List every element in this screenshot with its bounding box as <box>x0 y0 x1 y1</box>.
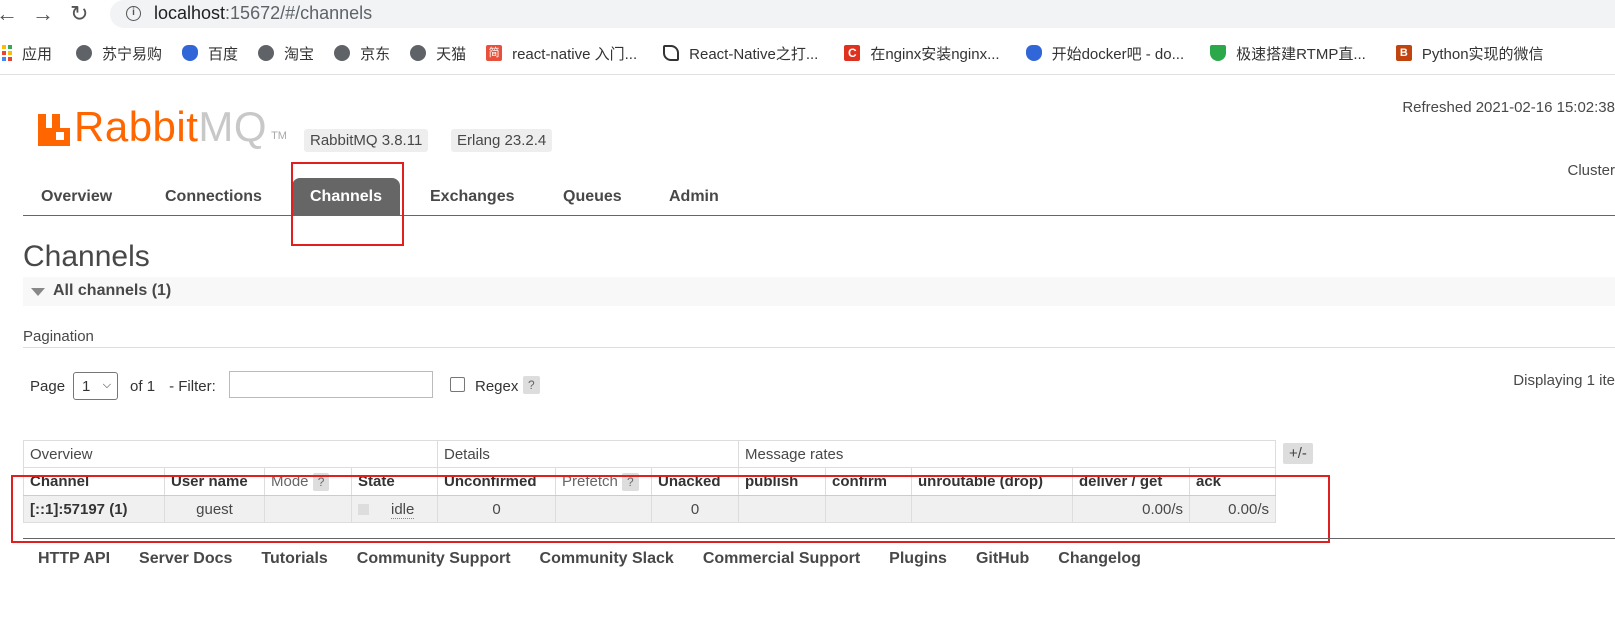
jianshu-icon: 简 <box>486 45 503 61</box>
bookmark-label: 淘宝 <box>284 45 315 63</box>
csdn-icon: C <box>844 45 861 61</box>
footer-link-tutorials[interactable]: Tutorials <box>261 550 327 568</box>
bookmark-python-wechat[interactable]: B Python实现的微信 <box>1395 36 1544 70</box>
bookmark-label: 在nginx安装nginx... <box>870 45 1000 63</box>
bookmark-label: React-Native之打... <box>689 45 819 63</box>
bookmark-nginx[interactable]: C 在nginx安装nginx... <box>844 36 1000 70</box>
footer-link-changelog[interactable]: Changelog <box>1058 550 1141 568</box>
bookmark-suning[interactable]: 苏宁易购 <box>76 36 162 70</box>
bookmark-baidu[interactable]: 百度 <box>182 36 238 70</box>
bookmark-label: 苏宁易购 <box>102 45 163 63</box>
bookmark-label: Python实现的微信 <box>1421 45 1544 63</box>
tab-queues[interactable]: Queues <box>545 178 640 216</box>
table-group-header: Overview Details Message rates <box>23 440 1276 468</box>
collapse-triangle-icon <box>31 288 45 296</box>
site-icon <box>663 45 680 61</box>
bookmark-apps[interactable]: 应用 <box>0 36 52 70</box>
bookmark-label: react-native 入门... <box>512 45 638 63</box>
regex-help-icon[interactable]: ? <box>523 376 540 394</box>
bookmark-label: 开始docker吧 - do... <box>1051 45 1185 63</box>
bookmark-label: 极速搭建RTMP直... <box>1236 45 1366 63</box>
chrome-divider <box>0 74 1615 75</box>
tab-connections[interactable]: Connections <box>147 178 280 216</box>
footer-link-http-api[interactable]: HTTP API <box>38 550 110 568</box>
page-select[interactable]: 1 ⌵ <box>73 372 119 400</box>
pagination-controls: Page 1 ⌵ of 1 - Filter: <box>30 371 216 401</box>
footer-divider <box>23 538 1615 539</box>
section-header-all-channels[interactable]: All channels (1) <box>23 277 1615 306</box>
bookmark-tmall[interactable]: 天猫 <box>410 36 466 70</box>
baidu-paw-icon <box>1025 45 1042 61</box>
footer-link-community-slack[interactable]: Community Slack <box>540 550 674 568</box>
apps-grid-icon <box>0 45 12 61</box>
bookmark-rtmp[interactable]: 极速搭建RTMP直... <box>1210 36 1366 70</box>
tab-admin[interactable]: Admin <box>651 178 737 216</box>
bilibili-icon: B <box>1395 45 1412 61</box>
bookmark-label: 京东 <box>360 45 391 63</box>
bookmark-label: 应用 <box>22 45 53 63</box>
forward-arrow-icon[interactable]: → <box>32 2 54 26</box>
bookmark-label: 百度 <box>208 45 239 63</box>
erlang-version-badge: Erlang 23.2.4 <box>451 129 553 152</box>
url-text: localhost:15672/#/channels <box>154 3 373 23</box>
shield-icon <box>1210 45 1227 61</box>
filter-label: - Filter: <box>169 377 216 395</box>
main-nav-tabs: Overview Connections Channels Exchanges … <box>23 178 1615 216</box>
refreshed-timestamp[interactable]: Refreshed 2021-02-16 15:02:38 <box>1402 99 1615 116</box>
footer-link-community-support[interactable]: Community Support <box>357 550 511 568</box>
footer-link-commercial-support[interactable]: Commercial Support <box>703 550 860 568</box>
back-arrow-icon[interactable]: ← <box>0 2 18 26</box>
browser-address-bar: ← → ↻ i localhost:15672/#/channels <box>0 0 1615 30</box>
bookmark-label: 天猫 <box>436 45 467 63</box>
site-info-icon[interactable]: i <box>126 6 141 21</box>
regex-label: Regex <box>475 378 519 395</box>
rabbitmq-version-badge: RabbitMQ 3.8.11 <box>304 129 429 152</box>
bookmark-react-native-intro[interactable]: 简 react-native 入门... <box>486 36 637 70</box>
page-title: Channels <box>23 240 150 273</box>
globe-icon <box>334 45 351 61</box>
bookmarks-bar: 应用 苏宁易购 百度 淘宝 京东 天猫 简 react-native 入门...… <box>0 36 1615 70</box>
url-field[interactable]: i localhost:15672/#/channels <box>110 0 1615 28</box>
footer-link-github[interactable]: GitHub <box>976 550 1029 568</box>
logo-wordmark: RabbitMQ <box>74 103 268 150</box>
footer-links: HTTP API Server Docs Tutorials Community… <box>38 550 1170 568</box>
logo-trademark: TM <box>271 130 287 142</box>
chevron-down-icon: ⌵ <box>102 379 112 391</box>
page-select-value: 1 <box>82 377 91 395</box>
bookmark-docker[interactable]: 开始docker吧 - do... <box>1025 36 1185 70</box>
pagination-divider <box>23 347 1615 348</box>
rabbitmq-logo-icon <box>38 114 70 146</box>
page-of-label: of 1 <box>130 377 156 395</box>
regex-checkbox[interactable] <box>450 377 465 392</box>
columns-toggle-button[interactable]: +/- <box>1283 443 1313 464</box>
globe-icon <box>76 45 93 61</box>
tab-exchanges[interactable]: Exchanges <box>412 178 532 216</box>
filter-input[interactable] <box>229 371 433 398</box>
footer-link-plugins[interactable]: Plugins <box>889 550 947 568</box>
annotation-box-table <box>11 475 1330 543</box>
bookmark-jd[interactable]: 京东 <box>334 36 390 70</box>
displaying-count: Displaying 1 ite <box>1513 372 1615 389</box>
reload-icon[interactable]: ↻ <box>70 2 88 26</box>
group-details: Details <box>437 440 739 468</box>
pagination-label: Pagination <box>23 328 94 345</box>
group-overview: Overview <box>23 440 438 468</box>
globe-icon <box>410 45 427 61</box>
annotation-box-tab <box>291 162 404 246</box>
page-label: Page <box>30 377 66 395</box>
bookmark-taobao[interactable]: 淘宝 <box>258 36 314 70</box>
rabbitmq-logo[interactable]: RabbitMQ TM <box>38 103 287 150</box>
cluster-label: Cluster <box>1567 162 1615 179</box>
section-title: All channels (1) <box>53 282 172 299</box>
tab-overview[interactable]: Overview <box>23 178 130 216</box>
footer-link-server-docs[interactable]: Server Docs <box>139 550 232 568</box>
bookmark-react-native-build[interactable]: React-Native之打... <box>663 36 818 70</box>
globe-icon <box>258 45 275 61</box>
group-message-rates: Message rates <box>738 440 1276 468</box>
baidu-paw-icon <box>182 45 199 61</box>
